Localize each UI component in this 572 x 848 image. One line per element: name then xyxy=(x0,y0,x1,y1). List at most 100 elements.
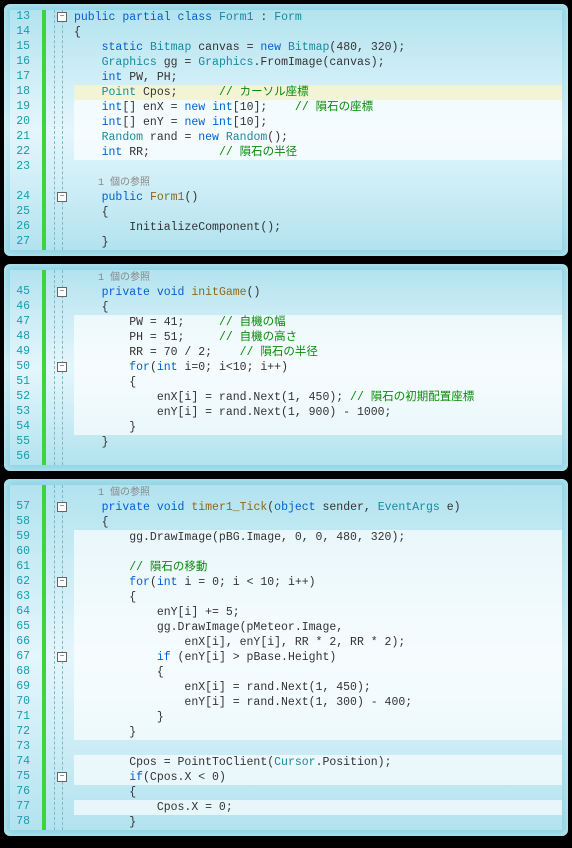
code-line[interactable]: } xyxy=(74,710,562,725)
line-number: 57 xyxy=(10,500,30,515)
code-line[interactable]: 1 個の参照 xyxy=(74,175,562,190)
code-line[interactable]: int[] enY = new int[10]; xyxy=(74,115,562,130)
line-number: 47 xyxy=(10,315,30,330)
code-line[interactable]: static Bitmap canvas = new Bitmap(480, 3… xyxy=(74,40,562,55)
code-line[interactable]: public Form1() xyxy=(74,190,562,205)
code-line[interactable]: int[] enX = new int[10]; // 隕石の座標 xyxy=(74,100,562,115)
code-line[interactable]: enY[i] = rand.Next(1, 300) - 400; xyxy=(74,695,562,710)
code-line[interactable]: enY[i] = rand.Next(1, 900) - 1000; xyxy=(74,405,562,420)
code-line[interactable]: { xyxy=(74,300,562,315)
fold-toggle-icon[interactable]: − xyxy=(57,362,67,372)
code-line[interactable]: enX[i], enY[i], RR * 2, RR * 2); xyxy=(74,635,562,650)
line-number: 75 xyxy=(10,770,30,785)
code-line[interactable] xyxy=(74,740,562,755)
code-content[interactable]: public partial class Form1 : Form{ stati… xyxy=(74,10,562,250)
code-line[interactable]: for(int i = 0; i < 10; i++) xyxy=(74,575,562,590)
line-number: 25 xyxy=(10,205,30,220)
code-line[interactable]: gg.DrawImage(pMeteor.Image, xyxy=(74,620,562,635)
fold-gutter: −− xyxy=(48,270,74,465)
line-number-gutter: 5758596061626364656667686970717273747576… xyxy=(10,485,34,830)
code-line[interactable]: for(int i=0; i<10; i++) xyxy=(74,360,562,375)
code-line[interactable]: gg.DrawImage(pBG.Image, 0, 0, 480, 320); xyxy=(74,530,562,545)
code-line[interactable]: int RR; // 隕石の半径 xyxy=(74,145,562,160)
code-line[interactable]: Point Cpos; // カーソル座標 xyxy=(74,85,562,100)
line-number: 72 xyxy=(10,725,30,740)
code-line[interactable]: RR = 70 / 2; // 隕石の半径 xyxy=(74,345,562,360)
line-number: 62 xyxy=(10,575,30,590)
code-line[interactable]: { xyxy=(74,375,562,390)
code-area[interactable]: 454647484950515253545556−− 1 個の参照 privat… xyxy=(10,270,562,465)
code-line[interactable]: { xyxy=(74,590,562,605)
code-line[interactable]: InitializeComponent(); xyxy=(74,220,562,235)
code-area[interactable]: 5758596061626364656667686970717273747576… xyxy=(10,485,562,830)
line-number: 70 xyxy=(10,695,30,710)
line-number: 69 xyxy=(10,680,30,695)
code-line[interactable]: } xyxy=(74,725,562,740)
change-indicator-bar xyxy=(42,485,46,830)
code-line[interactable]: } xyxy=(74,435,562,450)
code-line[interactable]: } xyxy=(74,235,562,250)
line-number-gutter: 454647484950515253545556 xyxy=(10,270,34,465)
code-line[interactable]: // 隕石の移動 xyxy=(74,560,562,575)
code-line[interactable]: { xyxy=(74,205,562,220)
line-number xyxy=(10,485,30,500)
fold-gutter: −−−− xyxy=(48,485,74,830)
fold-toggle-icon[interactable]: − xyxy=(57,287,67,297)
code-content[interactable]: 1 個の参照 private void initGame() { PW = 41… xyxy=(74,270,562,465)
line-number: 23 xyxy=(10,160,30,175)
line-number: 58 xyxy=(10,515,30,530)
code-line[interactable]: { xyxy=(74,785,562,800)
code-line[interactable]: } xyxy=(74,815,562,830)
code-line[interactable] xyxy=(74,545,562,560)
code-line[interactable]: Graphics gg = Graphics.FromImage(canvas)… xyxy=(74,55,562,70)
fold-toggle-icon[interactable]: − xyxy=(57,577,67,587)
line-number: 65 xyxy=(10,620,30,635)
code-line[interactable]: Random rand = new Random(); xyxy=(74,130,562,145)
line-number: 53 xyxy=(10,405,30,420)
code-line[interactable]: Cpos.X = 0; xyxy=(74,800,562,815)
code-line[interactable]: } xyxy=(74,420,562,435)
code-line[interactable]: if (enY[i] > pBase.Height) xyxy=(74,650,562,665)
code-line[interactable]: private void timer1_Tick(object sender, … xyxy=(74,500,562,515)
line-number: 18 xyxy=(10,85,30,100)
code-line[interactable]: Cpos = PointToClient(Cursor.Position); xyxy=(74,755,562,770)
code-line[interactable]: { xyxy=(74,515,562,530)
line-number: 14 xyxy=(10,25,30,40)
line-number: 13 xyxy=(10,10,30,25)
fold-toggle-icon[interactable]: − xyxy=(57,12,67,22)
code-line[interactable] xyxy=(74,160,562,175)
code-panel: 454647484950515253545556−− 1 個の参照 privat… xyxy=(4,264,568,471)
change-indicator-bar xyxy=(42,10,46,250)
line-number: 61 xyxy=(10,560,30,575)
line-number: 24 xyxy=(10,190,30,205)
line-number: 22 xyxy=(10,145,30,160)
fold-toggle-icon[interactable]: − xyxy=(57,502,67,512)
code-line[interactable]: enX[i] = rand.Next(1, 450); // 隕石の初期配置座標 xyxy=(74,390,562,405)
line-number: 54 xyxy=(10,420,30,435)
code-line[interactable]: if(Cpos.X < 0) xyxy=(74,770,562,785)
code-line[interactable]: 1 個の参照 xyxy=(74,270,562,285)
code-line[interactable]: { xyxy=(74,665,562,680)
line-number: 59 xyxy=(10,530,30,545)
code-area[interactable]: 131415161718192021222324252627−−public p… xyxy=(10,10,562,250)
fold-toggle-icon[interactable]: − xyxy=(57,192,67,202)
line-number: 51 xyxy=(10,375,30,390)
code-line[interactable]: int PW, PH; xyxy=(74,70,562,85)
code-content[interactable]: 1 個の参照 private void timer1_Tick(object s… xyxy=(74,485,562,830)
code-line[interactable]: 1 個の参照 xyxy=(74,485,562,500)
fold-toggle-icon[interactable]: − xyxy=(57,652,67,662)
line-number: 73 xyxy=(10,740,30,755)
line-number: 52 xyxy=(10,390,30,405)
line-number: 56 xyxy=(10,450,30,465)
code-line[interactable]: PW = 41; // 自機の幅 xyxy=(74,315,562,330)
line-number: 21 xyxy=(10,130,30,145)
code-line[interactable]: PH = 51; // 自機の高さ xyxy=(74,330,562,345)
code-line[interactable]: enY[i] += 5; xyxy=(74,605,562,620)
code-line[interactable]: public partial class Form1 : Form xyxy=(74,10,562,25)
code-line[interactable]: private void initGame() xyxy=(74,285,562,300)
line-number: 16 xyxy=(10,55,30,70)
line-number: 78 xyxy=(10,815,30,830)
code-line[interactable]: { xyxy=(74,25,562,40)
code-line[interactable] xyxy=(74,450,562,465)
code-line[interactable]: enX[i] = rand.Next(1, 450); xyxy=(74,680,562,695)
